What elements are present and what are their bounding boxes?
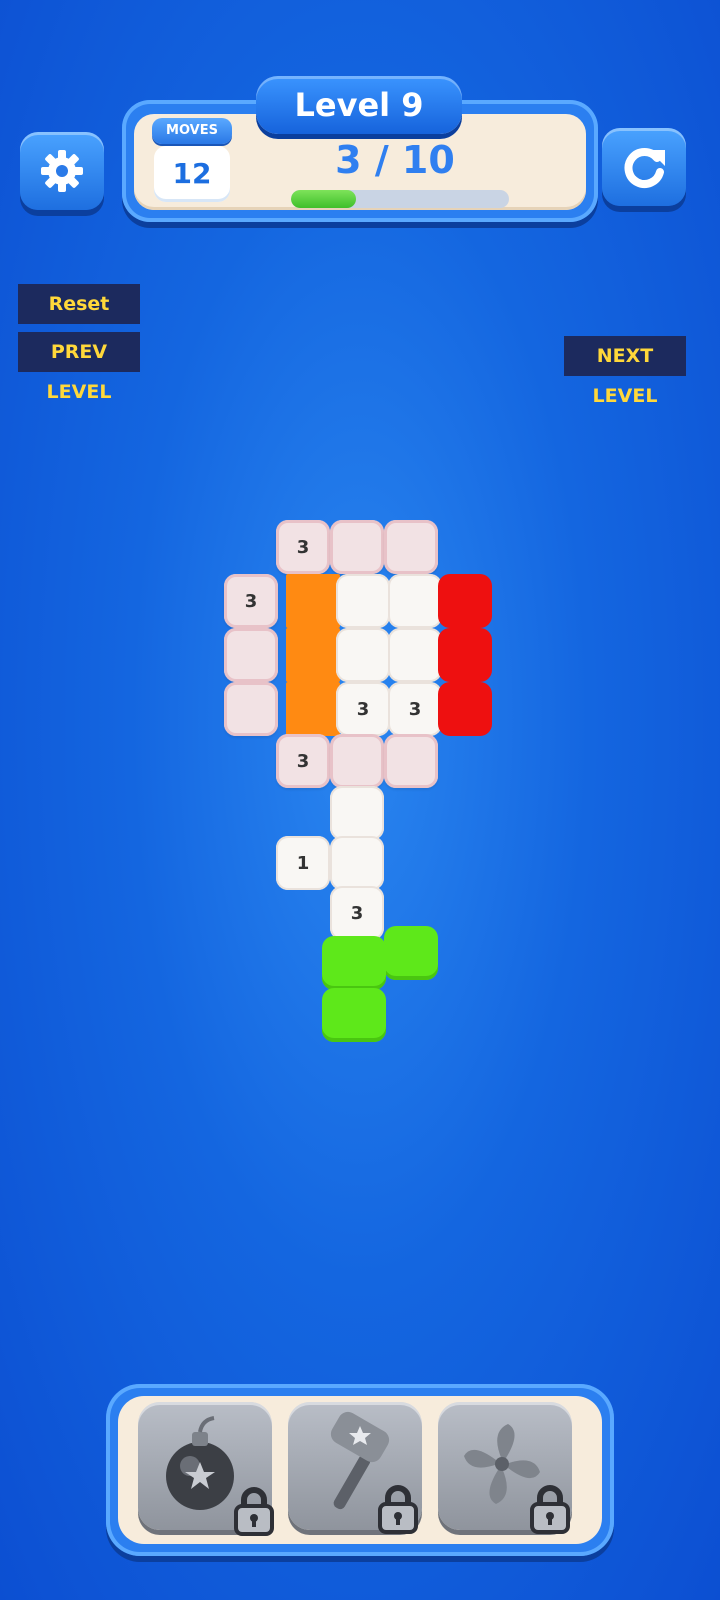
- block-red[interactable]: [438, 574, 492, 628]
- block-number: 3: [356, 698, 370, 720]
- block[interactable]: [330, 520, 384, 574]
- block-green[interactable]: [322, 988, 386, 1042]
- block-number: 3: [296, 750, 310, 772]
- lock-icon: [234, 1487, 274, 1536]
- block[interactable]: [388, 574, 442, 628]
- block[interactable]: 3: [336, 682, 390, 736]
- block[interactable]: 3: [276, 520, 330, 574]
- block[interactable]: [224, 628, 278, 682]
- block-green[interactable]: [322, 936, 386, 990]
- block-red[interactable]: [438, 682, 492, 736]
- block[interactable]: 3: [330, 886, 384, 940]
- block[interactable]: 3: [388, 682, 442, 736]
- lock-icon: [378, 1485, 418, 1534]
- block[interactable]: [336, 628, 390, 682]
- block[interactable]: 1: [276, 836, 330, 890]
- lock-icon: [530, 1485, 570, 1534]
- block-red[interactable]: [438, 628, 492, 682]
- block-orange[interactable]: [286, 628, 340, 682]
- block[interactable]: 3: [276, 734, 330, 788]
- block-green[interactable]: [384, 926, 438, 980]
- bomb-booster-button[interactable]: [138, 1402, 274, 1536]
- block[interactable]: [330, 836, 384, 890]
- fan-booster-button[interactable]: [438, 1402, 572, 1534]
- block-orange[interactable]: [286, 682, 340, 736]
- block-orange[interactable]: [286, 574, 340, 628]
- block[interactable]: [330, 786, 384, 840]
- block[interactable]: [336, 574, 390, 628]
- block[interactable]: [384, 520, 438, 574]
- hammer-booster-button[interactable]: [288, 1402, 422, 1534]
- block[interactable]: 3: [224, 574, 278, 628]
- block-number: 3: [408, 698, 422, 720]
- game-board: 3 3 3 3 3 1 3: [0, 0, 720, 1100]
- block[interactable]: [388, 628, 442, 682]
- block[interactable]: [330, 734, 384, 788]
- block-number: 3: [350, 902, 364, 924]
- block[interactable]: [224, 682, 278, 736]
- block-number: 3: [244, 590, 258, 612]
- block-number: 1: [296, 852, 310, 874]
- block[interactable]: [384, 734, 438, 788]
- block-number: 3: [296, 536, 310, 558]
